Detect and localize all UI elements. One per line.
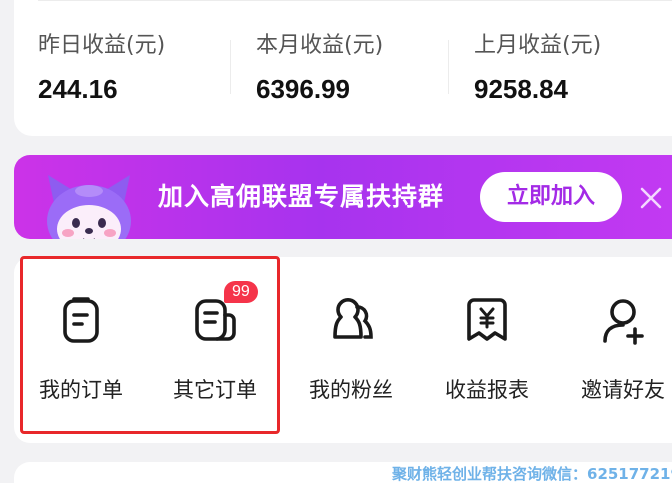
join-now-button[interactable]: 立即加入 — [480, 172, 622, 222]
join-group-banner[interactable]: 加入高佣联盟专属扶持群 立即加入 — [14, 155, 672, 239]
divider — [448, 40, 449, 94]
stat-label: 本月收益(元) — [256, 33, 384, 58]
divider — [230, 40, 231, 94]
menu-item-invite-friends[interactable]: 邀请好友 — [558, 287, 672, 402]
earnings-report-icon — [467, 298, 507, 341]
menu-label: 收益报表 — [445, 378, 529, 402]
stat-this-month[interactable]: 本月收益(元) 6396.99 — [256, 30, 456, 106]
divider — [38, 0, 672, 1]
stat-label: 昨日收益(元) — [38, 33, 166, 58]
stat-yesterday[interactable]: 昨日收益(元) 244.16 — [38, 30, 238, 106]
earnings-summary-card: 昨日收益(元) 244.16 本月收益(元) 6396.99 上月收益(元) 9… — [14, 0, 672, 136]
stat-label: 上月收益(元) — [474, 33, 602, 58]
banner-text: 加入高佣联盟专属扶持群 — [158, 182, 445, 211]
watermark-text: 聚财熊轻创业帮扶咨询微信：625177219 — [392, 465, 672, 483]
menu-label: 邀请好友 — [581, 378, 665, 402]
menu-item-earnings-report[interactable]: 收益报表 — [422, 287, 552, 402]
menu-item-my-fans[interactable]: 我的粉丝 — [286, 287, 416, 402]
annotation-highlight-box — [20, 256, 280, 434]
cat-mascot-icon — [47, 175, 131, 239]
stat-value: 6396.99 — [256, 74, 350, 104]
close-icon[interactable] — [636, 179, 666, 215]
menu-label: 我的粉丝 — [309, 378, 393, 402]
stat-value: 9258.84 — [474, 74, 568, 104]
fans-icon — [333, 298, 373, 339]
stat-last-month[interactable]: 上月收益(元) 9258.84 — [474, 30, 672, 106]
invite-friend-icon — [603, 299, 644, 345]
stat-value: 244.16 — [38, 74, 118, 104]
